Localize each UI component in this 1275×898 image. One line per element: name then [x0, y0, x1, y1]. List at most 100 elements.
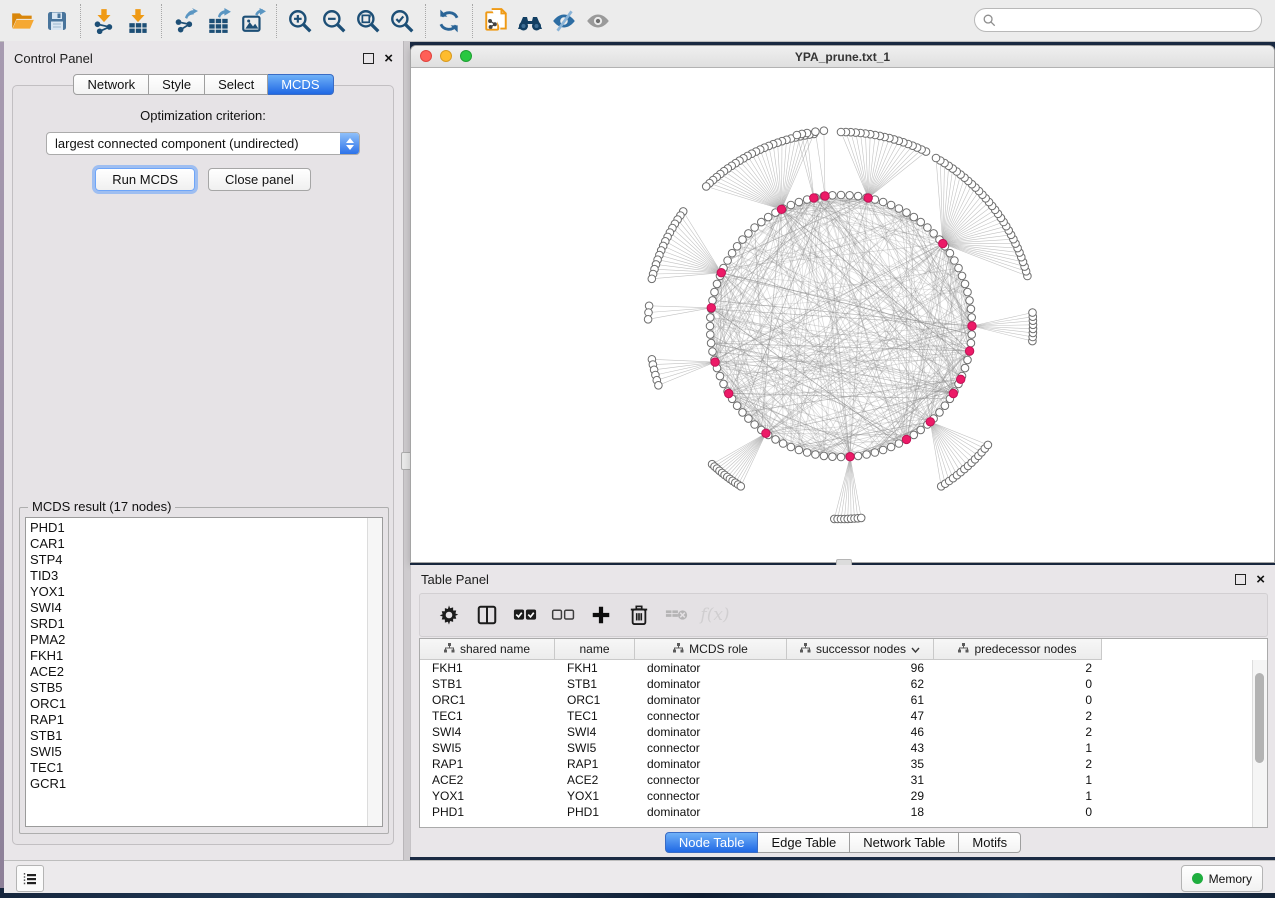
table-row[interactable]: ACE2ACE2connector311	[420, 772, 1253, 788]
graph-hub-node[interactable]	[965, 347, 973, 355]
graph-node[interactable]	[829, 453, 837, 461]
save-session-icon[interactable]	[40, 5, 74, 37]
column-header-predecessor-nodes[interactable]: predecessor nodes	[934, 639, 1102, 660]
graph-leaf-node[interactable]	[655, 382, 663, 390]
graph-node[interactable]	[837, 453, 845, 461]
table-row[interactable]: SWI4SWI4dominator462	[420, 724, 1253, 740]
mcds-result-item[interactable]: SRD1	[30, 616, 366, 632]
graph-node[interactable]	[917, 218, 925, 226]
table-mode-gear-icon[interactable]	[432, 598, 466, 632]
graph-node[interactable]	[967, 305, 975, 313]
graph-hub-node[interactable]	[939, 239, 947, 247]
graph-node[interactable]	[758, 218, 766, 226]
graph-node[interactable]	[733, 402, 741, 410]
tab-edge-table[interactable]: Edge Table	[758, 832, 850, 853]
close-table-panel-icon[interactable]: ×	[1256, 575, 1265, 584]
graph-hub-node[interactable]	[949, 389, 957, 397]
column-header-MCDS-role[interactable]: MCDS role	[635, 639, 787, 660]
graph-node[interactable]	[863, 451, 871, 459]
mcds-result-item[interactable]: TID3	[30, 568, 366, 584]
graph-node[interactable]	[837, 191, 845, 199]
tab-select[interactable]: Select	[205, 74, 268, 95]
close-window-icon[interactable]	[420, 50, 432, 62]
mcds-result-list[interactable]: PHD1CAR1STP4TID3YOX1SWI4SRD1PMA2FKH1ACE2…	[25, 517, 383, 827]
graph-node[interactable]	[709, 348, 717, 356]
graph-node[interactable]	[871, 449, 879, 457]
table-scrollbar-thumb[interactable]	[1255, 673, 1264, 763]
show-columns-icon[interactable]	[470, 598, 504, 632]
graph-node[interactable]	[964, 288, 972, 296]
column-header-name[interactable]: name	[555, 639, 635, 660]
graph-node[interactable]	[716, 372, 724, 380]
graph-node[interactable]	[829, 192, 837, 200]
criterion-dropdown[interactable]: largest connected component (undirected)	[46, 132, 360, 155]
graph-node[interactable]	[930, 230, 938, 238]
graph-node[interactable]	[967, 339, 975, 347]
graph-node[interactable]	[846, 192, 854, 200]
delete-columns-icon[interactable]	[622, 598, 656, 632]
graph-node[interactable]	[936, 409, 944, 417]
graph-node[interactable]	[879, 446, 887, 454]
graph-node[interactable]	[910, 431, 918, 439]
graph-node[interactable]	[917, 426, 925, 434]
graph-node[interactable]	[887, 201, 895, 209]
graph-node[interactable]	[964, 356, 972, 364]
graph-hub-node[interactable]	[846, 453, 854, 461]
graph-node[interactable]	[968, 331, 976, 339]
graph-node[interactable]	[745, 230, 753, 238]
graph-node[interactable]	[820, 452, 828, 460]
graph-node[interactable]	[924, 224, 932, 232]
graph-leaf-node[interactable]	[793, 131, 801, 139]
mcds-result-item[interactable]: STP4	[30, 552, 366, 568]
close-panel-icon[interactable]: ×	[384, 54, 393, 63]
graph-hub-node[interactable]	[810, 194, 818, 202]
graph-node[interactable]	[739, 236, 747, 244]
mcds-result-item[interactable]: STB1	[30, 728, 366, 744]
graph-node[interactable]	[787, 443, 795, 451]
graph-hub-node[interactable]	[926, 418, 934, 426]
network-graph[interactable]	[412, 68, 1273, 562]
mcds-result-item[interactable]: STB5	[30, 680, 366, 696]
table-row[interactable]: PHD1PHD1dominator180	[420, 804, 1253, 820]
graph-node[interactable]	[707, 314, 715, 322]
tab-style[interactable]: Style	[149, 74, 205, 95]
graph-node[interactable]	[887, 443, 895, 451]
run-mcds-button[interactable]: Run MCDS	[95, 168, 195, 191]
graph-node[interactable]	[707, 339, 715, 347]
graph-node[interactable]	[764, 213, 772, 221]
graph-node[interactable]	[879, 198, 887, 206]
graph-node[interactable]	[706, 322, 714, 330]
graph-leaf-node[interactable]	[737, 483, 745, 491]
export-network-icon[interactable]	[168, 5, 202, 37]
table-row[interactable]: TEC1TEC1connector472	[420, 708, 1253, 724]
table-row[interactable]: STB1STB1dominator620	[420, 676, 1253, 692]
graph-hub-node[interactable]	[717, 269, 725, 277]
column-header-shared-name[interactable]: shared name	[420, 639, 555, 660]
refresh-network-icon[interactable]	[432, 5, 466, 37]
graph-hub-node[interactable]	[711, 358, 719, 366]
network-window-titlebar[interactable]: YPA_prune.txt_1	[411, 46, 1274, 68]
graph-hub-node[interactable]	[821, 192, 829, 200]
graph-node[interactable]	[951, 257, 959, 265]
graph-node[interactable]	[961, 364, 969, 372]
import-table-icon[interactable]	[121, 5, 155, 37]
table-row[interactable]: RAP1RAP1dominator352	[420, 756, 1253, 772]
tab-node-table[interactable]: Node Table	[665, 832, 759, 853]
tab-motifs[interactable]: Motifs	[959, 832, 1021, 853]
tab-network-table[interactable]: Network Table	[850, 832, 959, 853]
graph-node[interactable]	[724, 257, 732, 265]
table-row[interactable]: ORC1ORC1dominator610	[420, 692, 1253, 708]
graph-node[interactable]	[903, 209, 911, 217]
graph-node[interactable]	[772, 436, 780, 444]
table-row[interactable]: YOX1YOX1connector291	[420, 788, 1253, 804]
graph-hub-node[interactable]	[902, 435, 910, 443]
graph-leaf-node[interactable]	[702, 183, 710, 191]
graph-node[interactable]	[941, 402, 949, 410]
mcds-result-item[interactable]: GCR1	[30, 776, 366, 792]
graph-node[interactable]	[711, 288, 719, 296]
graph-node[interactable]	[854, 192, 862, 200]
first-neighbors-icon[interactable]	[513, 5, 547, 37]
graph-node[interactable]	[895, 205, 903, 213]
graph-node[interactable]	[707, 331, 715, 339]
graph-node[interactable]	[709, 297, 717, 305]
